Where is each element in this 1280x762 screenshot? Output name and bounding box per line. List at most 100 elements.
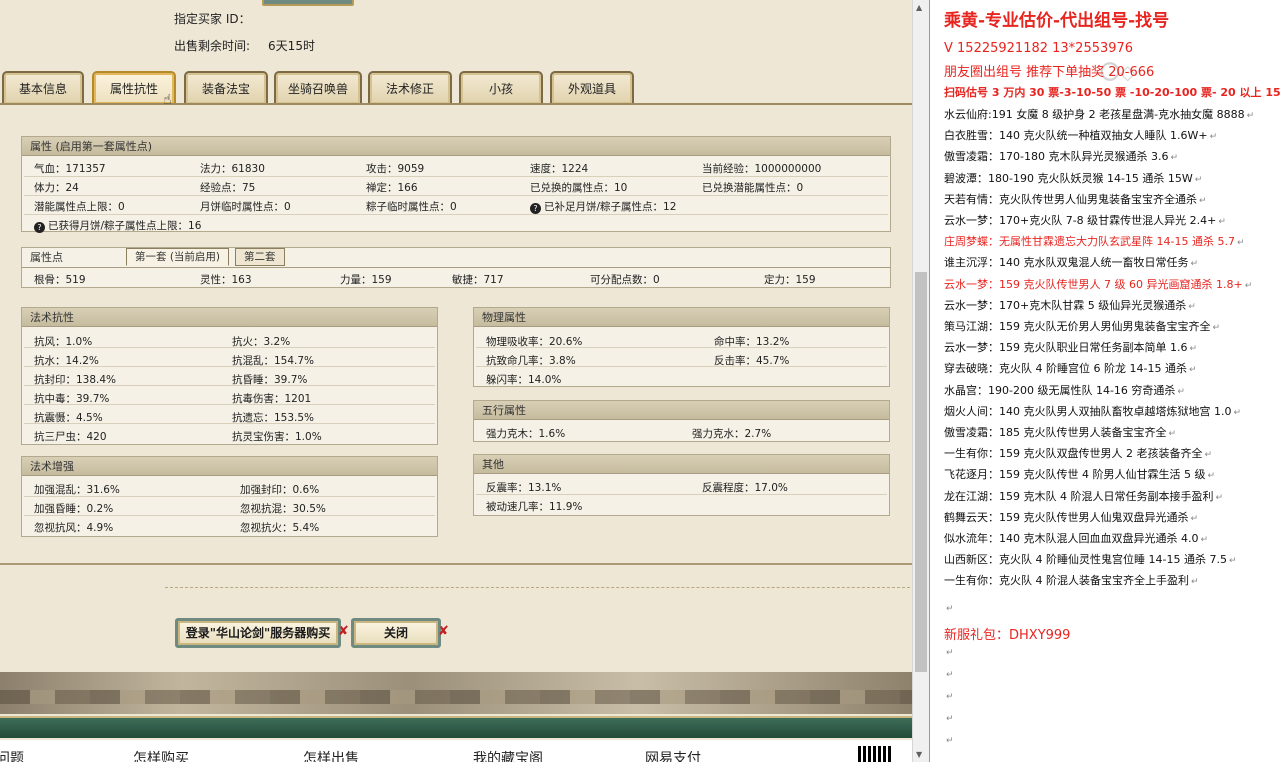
tab-basic-info[interactable]: 基本信息 bbox=[2, 71, 84, 104]
notes-circle: 朋友圈出组号 推荐下单抽奖 20-666 bbox=[944, 65, 1155, 80]
spell-boost-panel: 法术增强 加强混乱：31.6% 加强封印：0.6% 加强昏睡：0.2% 忽视抗混… bbox=[21, 456, 438, 537]
tab-equipment[interactable]: 装备法宝 bbox=[184, 71, 268, 104]
other-title: 其他 bbox=[474, 455, 889, 474]
five-cell: 强力克木：1.6% bbox=[486, 428, 566, 440]
attr-zen: 禅定：166 bbox=[366, 182, 418, 194]
resist-cell: 抗三尸虫：420 bbox=[34, 431, 107, 443]
attr-zongzi-temp: 粽子临时属性点：0 bbox=[366, 201, 457, 213]
note-line: 碧波潭：180-190 克火队妖灵猴 14-15 通杀 15W ↵ bbox=[944, 171, 1203, 185]
help-icon[interactable]: ? bbox=[530, 203, 541, 214]
attr-exp-points: 经验点：75 bbox=[200, 182, 256, 194]
paragraph-mark-icon: ↵ bbox=[1190, 513, 1199, 524]
five-elements-panel: 五行属性 强力克木：1.6% 强力克水：2.7% bbox=[473, 400, 890, 442]
tab-underline bbox=[0, 103, 912, 105]
phys-cell: 躲闪率：14.0% bbox=[486, 374, 562, 386]
paragraph-mark-icon: ↵ bbox=[1207, 471, 1216, 482]
paragraph-mark-icon: ↵ bbox=[946, 670, 954, 680]
resist-cell: 抗混乱：154.7% bbox=[232, 355, 315, 367]
phys-cell: 抗致命几率：3.8% bbox=[486, 355, 576, 367]
footer-link-how-sell[interactable]: 怎样出售 bbox=[303, 748, 359, 762]
paragraph-mark-icon: ↵ bbox=[1228, 556, 1237, 567]
note-line: 策马江湖：159 克火队无价男人男仙男鬼装备宝宝齐全 ↵ bbox=[944, 320, 1221, 333]
physical-title: 物理属性 bbox=[474, 308, 889, 327]
boost-cell: 加强昏睡：0.2% bbox=[34, 503, 114, 515]
notes-gift: 新服礼包：DHXY999 bbox=[944, 628, 1071, 643]
note-line: 飞花逐月：159 克火队传世 4 阶男人仙甘霖生活 5 级 ↵ bbox=[944, 468, 1216, 482]
attr-exchanged-potential: 已兑换潜能属性点：0 bbox=[702, 182, 804, 194]
notes-contact: V 15225921182 13*2553976 bbox=[944, 41, 1134, 56]
other-cell: 反震率：13.1% bbox=[486, 482, 562, 494]
close-mark-icon: ✘ bbox=[338, 624, 349, 639]
close-button[interactable]: 关闭 bbox=[351, 618, 441, 648]
footer-link-faq[interactable]: 问题 bbox=[0, 748, 24, 762]
page-scrollbar[interactable]: ▲ ▼ bbox=[912, 0, 929, 762]
scroll-up-icon[interactable]: ▲ bbox=[916, 3, 922, 12]
resist-cell: 抗风：1.0% bbox=[34, 336, 93, 348]
paragraph-mark-icon: ↵ bbox=[1199, 195, 1207, 206]
paragraph-mark-icon: ↵ bbox=[1168, 429, 1177, 439]
notes-title: 乘黄-专业估价-代出组号-找号 bbox=[944, 11, 1170, 31]
resist-cell: 抗火：3.2% bbox=[232, 336, 291, 348]
note-line: 傲雪凌霜：185 克火队传世男人装备宝宝齐全 ↵ bbox=[944, 426, 1177, 439]
spell-boost-title: 法术增强 bbox=[22, 457, 437, 476]
boost-cell: 加强混乱：31.6% bbox=[34, 484, 120, 496]
paragraph-mark-icon: ↵ bbox=[1189, 344, 1198, 355]
points-agility: 敏捷：717 bbox=[452, 274, 504, 286]
five-elements-title: 五行属性 bbox=[474, 401, 889, 420]
paragraph-mark-icon: ↵ bbox=[1218, 217, 1226, 227]
paragraph-mark-icon: ↵ bbox=[1170, 153, 1178, 164]
paragraph-mark-icon: ↵ bbox=[1177, 386, 1185, 397]
time-remaining-value: 6天15时 bbox=[268, 39, 315, 53]
help-icon[interactable]: ? bbox=[34, 222, 45, 233]
note-line: 傲雪凌霜：170-180 克木队异光灵猴通杀 3.6 ↵ bbox=[944, 150, 1178, 164]
note-line: 云水一梦：159 克火队职业日常任务副本简单 1.6 ↵ bbox=[944, 341, 1198, 355]
boost-cell: 忽视抗风：4.9% bbox=[34, 522, 114, 534]
paragraph-mark-icon: ↵ bbox=[1194, 174, 1203, 185]
spell-resist-title: 法术抗性 bbox=[22, 308, 437, 327]
login-buy-button[interactable]: 登录"华山论剑"服务器购买 bbox=[175, 618, 341, 648]
phys-cell: 物理吸收率：20.6% bbox=[486, 336, 583, 348]
scroll-down-icon[interactable]: ▼ bbox=[916, 750, 922, 759]
boost-cell: 加强封印：0.6% bbox=[240, 484, 320, 496]
tab-spell-correction[interactable]: 法术修正 bbox=[368, 71, 452, 104]
footer-link-netease-pay[interactable]: 网易支付 bbox=[645, 748, 701, 762]
footer-nav: 问题 怎样购买 怎样出售 我的藏宝阁 网易支付 bbox=[0, 740, 912, 762]
phys-cell: 反击率：45.7% bbox=[714, 355, 790, 367]
scrollbar-thumb[interactable] bbox=[915, 272, 927, 672]
resist-cell: 抗灵宝伤害：1.0% bbox=[232, 431, 322, 443]
time-remaining-row: 出售剩余时间: 6天15时 bbox=[174, 37, 315, 54]
tab-appearance[interactable]: 外观道具 bbox=[550, 71, 634, 104]
attr-speed: 速度：1224 bbox=[530, 163, 589, 175]
attr-points-cap: ? 已获得月饼/粽子属性点上限：16 bbox=[34, 218, 201, 233]
subtab-set-one[interactable]: 第一套 (当前启用) bbox=[126, 248, 230, 266]
paragraph-mark-icon: ↵ bbox=[1244, 280, 1253, 291]
buyer-id-label: 指定买家 ID： bbox=[174, 12, 251, 26]
attributes-panel-title: 属性 (启用第一套属性点) bbox=[22, 137, 890, 156]
note-line: 白衣胜雪：140 克火队统一种植双抽女人睡队 1.6W+ ↵ bbox=[944, 129, 1218, 143]
footer-link-my-treasure[interactable]: 我的藏宝阁 bbox=[473, 748, 543, 762]
footer-link-how-buy[interactable]: 怎样购买 bbox=[133, 748, 189, 762]
boost-cell: 忽视抗火：5.4% bbox=[240, 522, 320, 534]
subtab-set-two[interactable]: 第二套 bbox=[235, 248, 285, 266]
points-panel-title: 属性点 bbox=[30, 251, 63, 264]
time-remaining-label: 出售剩余时间: bbox=[174, 39, 251, 53]
decorative-ink-band bbox=[0, 690, 912, 704]
top-button-fragment[interactable] bbox=[262, 0, 354, 6]
tab-child[interactable]: 小孩 bbox=[459, 71, 543, 104]
note-line: 云水一梦：159 克火队传世男人 7 级 60 异光画窟通杀 1.8+ ↵ bbox=[944, 277, 1253, 291]
paragraph-mark-icon: ↵ bbox=[1209, 132, 1218, 143]
resist-cell: 抗昏睡：39.7% bbox=[232, 374, 308, 386]
five-cell: 强力克水：2.7% bbox=[692, 428, 772, 440]
attributes-panel: 属性 (启用第一套属性点) 气血：171357 法力：61830 攻击：9059… bbox=[21, 136, 891, 233]
paragraph-mark-icon: ↵ bbox=[1246, 111, 1255, 121]
note-line: 烟火人间：140 克火队男人双抽队畜牧卓越塔炼狱地宫 1.0 ↵ bbox=[944, 404, 1242, 418]
resist-cell: 抗震慑：4.5% bbox=[34, 412, 103, 424]
resist-cell: 抗水：14.2% bbox=[34, 355, 99, 367]
attr-attack: 攻击：9059 bbox=[366, 163, 425, 175]
tab-mounts-summons[interactable]: 坐骑召唤兽 bbox=[274, 71, 362, 104]
phys-cell: 命中率：13.2% bbox=[714, 336, 790, 348]
note-line: 似水流年：140 克木队混人回血血双盘异光通杀 4.0 ↵ bbox=[944, 532, 1209, 545]
note-line: 云水一梦：170+克火队 7-8 级甘霖传世混人异光 2.4+ ↵ bbox=[944, 214, 1226, 227]
green-border-bar bbox=[0, 716, 912, 738]
paragraph-mark-icon: ↵ bbox=[1190, 259, 1199, 270]
